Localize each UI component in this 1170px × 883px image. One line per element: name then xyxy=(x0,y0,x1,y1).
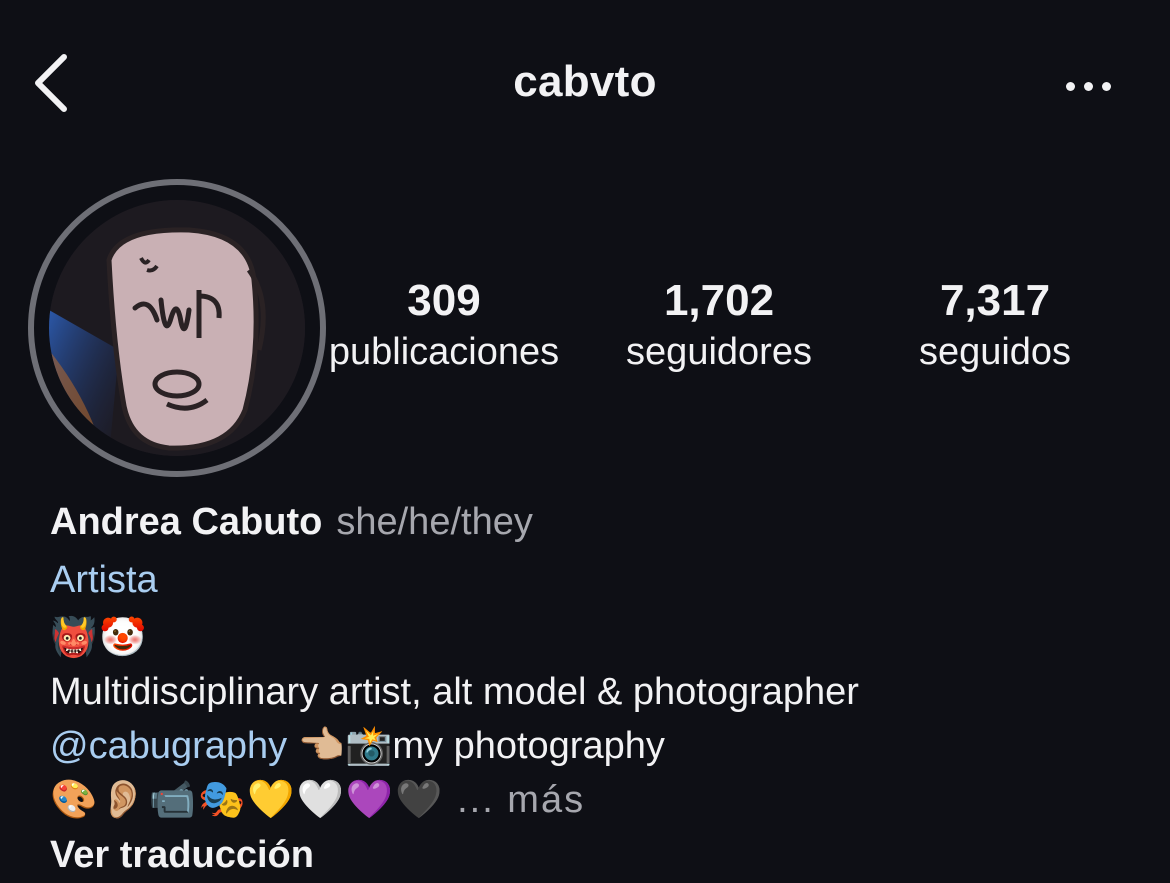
bio-text-line: Multidisciplinary artist, alt model & ph… xyxy=(50,671,859,713)
more-dot xyxy=(1101,81,1111,91)
see-translation-button[interactable]: Ver traducción xyxy=(50,827,1140,883)
display-name: Andrea Cabuto xyxy=(50,501,323,543)
following-count: 7,317 xyxy=(939,276,1051,325)
followers-label: seguidores xyxy=(626,331,812,373)
following-stat[interactable]: 7,317 seguidos xyxy=(890,275,1100,377)
following-label: seguidos xyxy=(918,331,1072,373)
profile-username-title: cabvto xyxy=(513,57,657,106)
avatar-image xyxy=(49,200,305,456)
profile-category: Artista xyxy=(50,559,158,601)
profile-avatar[interactable] xyxy=(28,179,326,477)
posts-stat[interactable]: 309 publicaciones xyxy=(318,275,570,377)
profile-bio: Andrea Cabuto she/he/they Artista 👹🤡 Mul… xyxy=(50,495,1140,883)
more-link[interactable]: ... más xyxy=(457,779,585,821)
more-horizontal-icon xyxy=(1065,81,1075,91)
bio-mention-suffix: 👈🏼📸my photography xyxy=(287,725,665,767)
mention-link[interactable]: @cabugraphy xyxy=(50,725,287,767)
more-dot xyxy=(1083,81,1093,91)
more-options-button[interactable] xyxy=(1058,68,1118,104)
posts-label: publicaciones xyxy=(328,331,560,373)
followers-stat[interactable]: 1,702 seguidores xyxy=(598,275,840,377)
bio-emoji-line-2: 🎨👂🏼📹🎭💛🤍💜🖤 ... más xyxy=(50,773,1140,827)
bio-mention-line: @cabugraphy 👈🏼📸my photography xyxy=(50,719,1140,773)
bio-emoji-sequence: 🎨👂🏼📹🎭💛🤍💜🖤 xyxy=(50,779,445,821)
name-row: Andrea Cabuto she/he/they xyxy=(50,495,1140,549)
pronouns: she/he/they xyxy=(336,501,533,543)
posts-count: 309 xyxy=(407,276,481,325)
avatar-drawing xyxy=(49,200,305,456)
followers-count: 1,702 xyxy=(663,276,775,325)
bio-emoji-line: 👹🤡 xyxy=(50,617,149,659)
profile-screen: cabvto 309 publicaciones 1,702 seguidore… xyxy=(0,0,1170,883)
